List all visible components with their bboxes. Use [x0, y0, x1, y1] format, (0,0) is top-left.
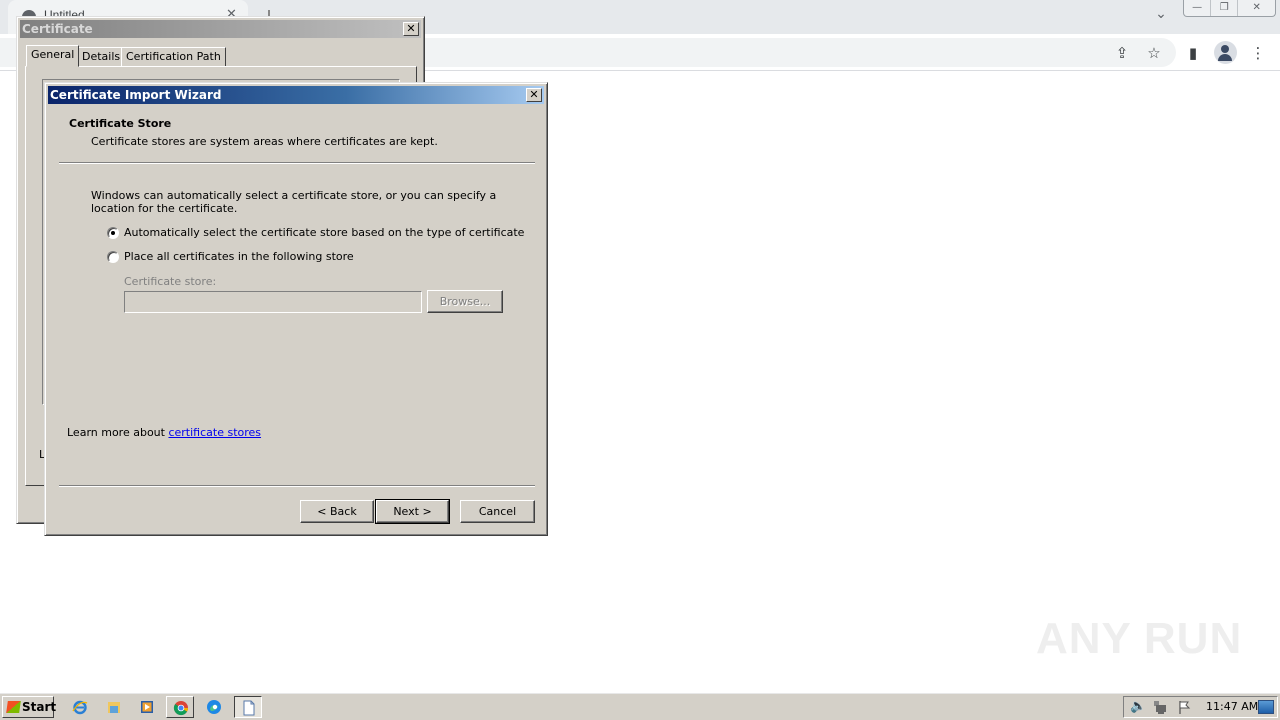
learn-more-text: Learn more about certificate stores: [67, 426, 261, 439]
media-player-icon: [141, 701, 153, 713]
wizard-close-button[interactable]: ✕: [526, 88, 542, 102]
taskbar-edge[interactable]: [200, 696, 228, 718]
volume-icon[interactable]: 🔈: [1130, 699, 1146, 714]
wizard-description: Windows can automatically select a certi…: [91, 189, 497, 215]
taskbar-internet-explorer[interactable]: [66, 696, 94, 718]
taskbar-file-explorer[interactable]: [100, 696, 128, 718]
browse-button[interactable]: Browse...: [427, 290, 503, 313]
certificate-stores-link[interactable]: certificate stores: [168, 426, 261, 439]
learn-more-prefix: Learn more about: [67, 426, 169, 439]
cancel-button[interactable]: Cancel: [460, 500, 535, 523]
edge-icon: [207, 700, 221, 714]
radio-button-checked[interactable]: [107, 226, 119, 239]
certificate-title: Certificate: [22, 22, 93, 36]
bookmark-star-icon[interactable]: ☆: [1144, 43, 1164, 63]
profile-avatar-icon[interactable]: [1214, 41, 1237, 64]
start-button[interactable]: Start: [2, 696, 57, 718]
wizard-titlebar: Certificate Import Wizard ✕: [48, 86, 544, 104]
show-desktop-icon[interactable]: [1258, 700, 1274, 714]
window-controls: — ❐ ✕: [1183, 0, 1276, 17]
radio-place-in-store-label[interactable]: Place all certificates in the following …: [124, 250, 354, 263]
certificate-store-field[interactable]: [124, 291, 422, 313]
close-window-button[interactable]: ✕: [1238, 0, 1275, 16]
radio-place-in-store[interactable]: Place all certificates in the following …: [107, 250, 354, 263]
tab-general[interactable]: General: [26, 45, 80, 67]
radio-button-unchecked[interactable]: [107, 250, 119, 263]
document-icon: [243, 700, 255, 716]
anyrun-watermark: ANY RUN: [1036, 606, 1241, 672]
certificate-titlebar: Certificate ✕: [20, 20, 421, 38]
action-center-flag-icon[interactable]: [1178, 700, 1192, 715]
taskbar: Start 🔈 11:47 AM: [0, 692, 1280, 720]
restore-button[interactable]: ❐: [1211, 0, 1239, 16]
windows-flag-icon: [6, 701, 21, 713]
clock[interactable]: 11:47 AM: [1206, 700, 1258, 713]
certificate-close-button[interactable]: ✕: [403, 22, 419, 36]
watermark-right-text: RUN: [1143, 614, 1243, 663]
wizard-heading: Certificate Store: [69, 117, 172, 130]
watermark-left-text: ANY: [1036, 614, 1132, 663]
certificate-import-wizard: Certificate Import Wizard ✕ Certificate …: [44, 82, 548, 536]
chrome-icon: [173, 701, 189, 716]
browser-menu-icon[interactable]: ⋮: [1248, 43, 1268, 63]
side-panel-icon[interactable]: ▮: [1183, 43, 1203, 63]
network-icon[interactable]: [1152, 700, 1168, 715]
wizard-subheading: Certificate stores are system areas wher…: [91, 135, 438, 148]
header-divider: [59, 162, 535, 164]
tab-search-chevron-icon[interactable]: ⌄: [1152, 6, 1170, 24]
taskbar-chrome[interactable]: [166, 696, 194, 718]
tab-certification-path[interactable]: Certification Path: [121, 47, 226, 67]
footer-divider: [59, 485, 535, 487]
minimize-button[interactable]: —: [1184, 0, 1212, 16]
start-label: Start: [22, 700, 57, 714]
radio-auto-select[interactable]: Automatically select the certificate sto…: [107, 226, 524, 239]
next-button[interactable]: Next >: [375, 499, 450, 524]
taskbar-notepad-document[interactable]: [234, 696, 262, 718]
tab-details[interactable]: Details: [77, 47, 126, 67]
share-icon[interactable]: ⇪: [1112, 43, 1132, 63]
wizard-title: Certificate Import Wizard: [50, 88, 222, 102]
certificate-store-label: Certificate store:: [124, 275, 217, 288]
system-tray: 🔈 11:47 AM: [1123, 696, 1278, 718]
internet-explorer-icon: [72, 700, 88, 715]
radio-auto-select-label[interactable]: Automatically select the certificate sto…: [124, 226, 524, 239]
file-explorer-icon: [108, 702, 120, 713]
back-button[interactable]: < Back: [300, 500, 374, 523]
taskbar-media-player[interactable]: [133, 696, 161, 718]
